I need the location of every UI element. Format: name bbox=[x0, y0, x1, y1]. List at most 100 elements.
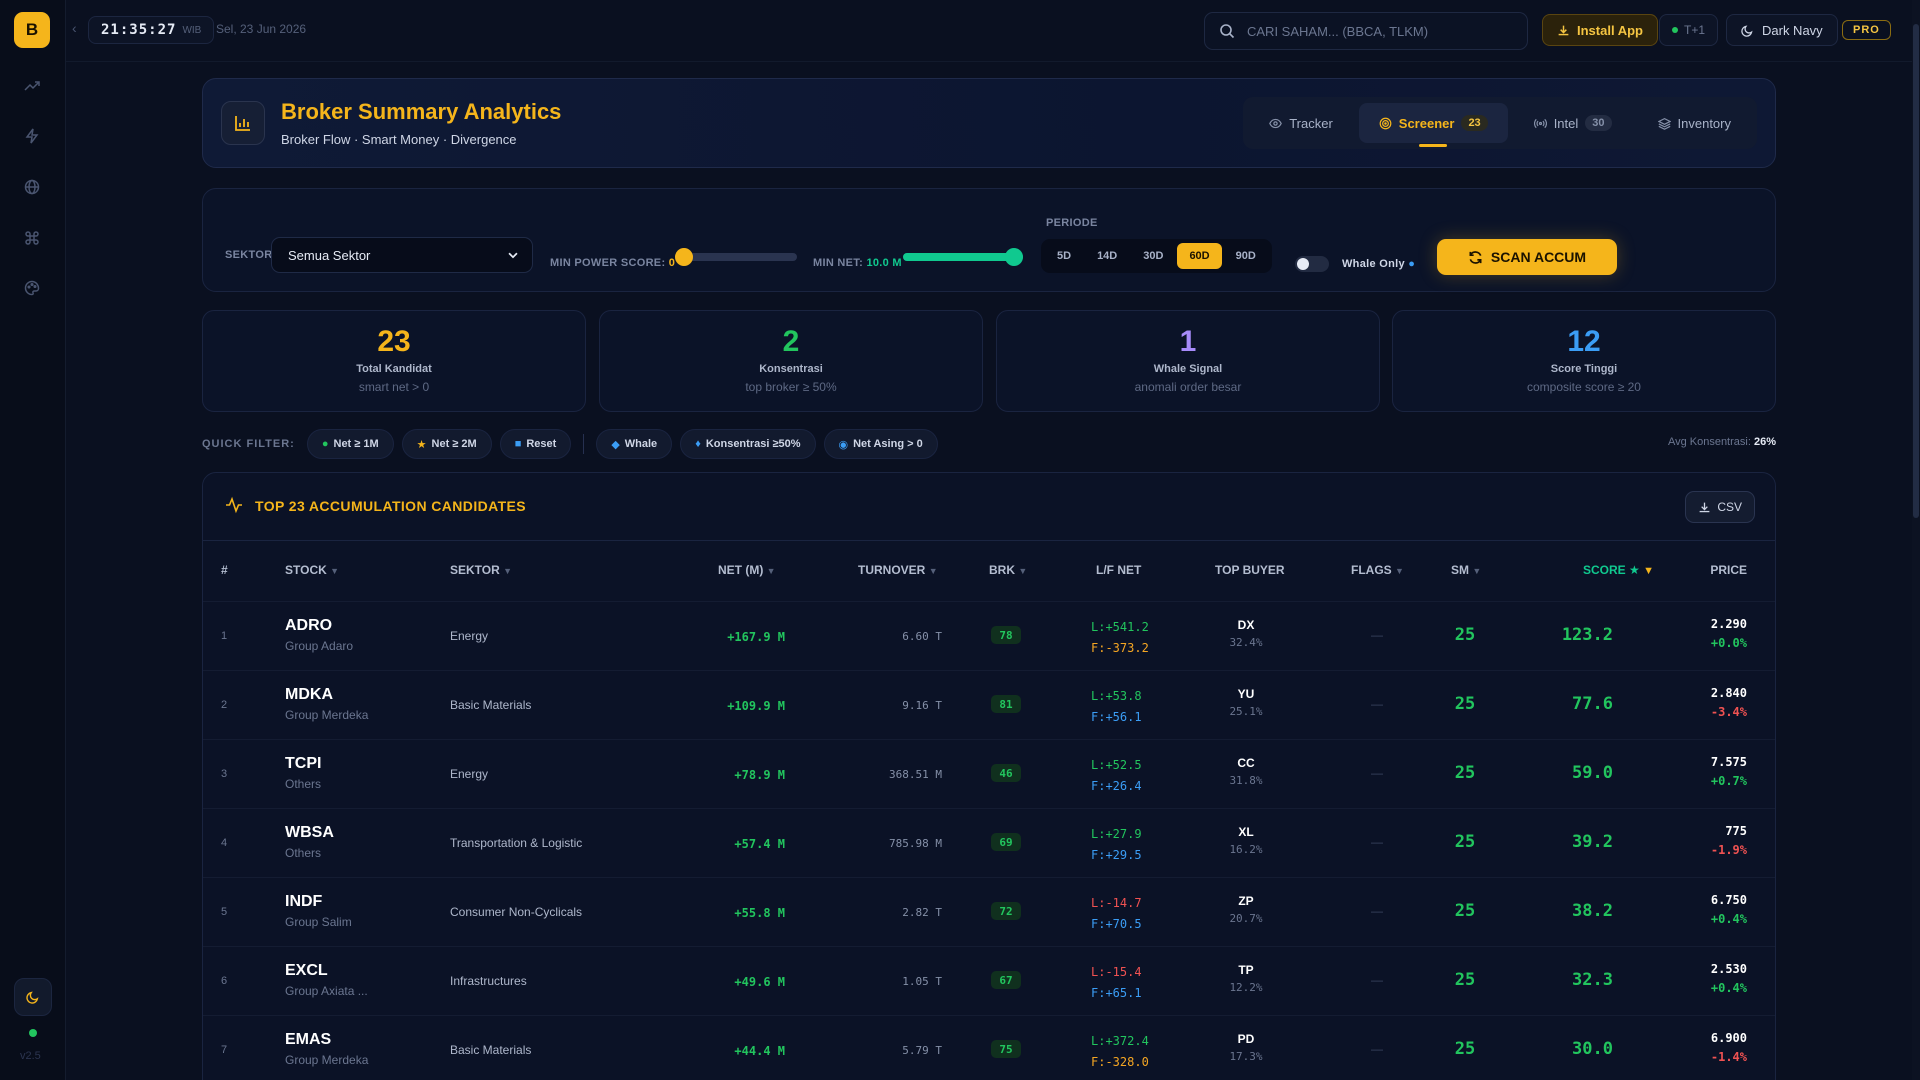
stat-value: 2 bbox=[782, 325, 800, 358]
app-logo[interactable]: B bbox=[14, 12, 50, 48]
price-value: 2.530 bbox=[1710, 962, 1747, 976]
price-change: +0.4% bbox=[1710, 981, 1747, 995]
period-option-90d[interactable]: 90D bbox=[1224, 243, 1268, 269]
stock-group: Group Merdeka bbox=[285, 1053, 369, 1067]
period-option-5d[interactable]: 5D bbox=[1045, 243, 1083, 269]
scrollbar-thumb[interactable] bbox=[1913, 24, 1919, 518]
install-app-button[interactable]: Install App bbox=[1542, 14, 1658, 46]
tab-count-badge: 23 bbox=[1461, 115, 1488, 131]
tab-screener[interactable]: Screener 23 bbox=[1358, 103, 1508, 147]
lightning-icon[interactable] bbox=[20, 124, 44, 148]
stock-code[interactable]: TCPI bbox=[285, 755, 321, 773]
stock-code[interactable]: WBSA bbox=[285, 824, 334, 842]
min-net-slider-handle[interactable] bbox=[1005, 248, 1023, 266]
column-header-stock[interactable]: STOCK ▼ bbox=[285, 563, 339, 577]
sort-icon: ▼ bbox=[1018, 566, 1028, 576]
min-net-slider[interactable] bbox=[903, 248, 1023, 266]
stock-code[interactable]: INDF bbox=[285, 893, 322, 911]
chip-reset[interactable]: ■ Reset bbox=[499, 429, 572, 459]
connection-status-dot bbox=[29, 1029, 37, 1037]
chevron-left-icon[interactable]: ‹ bbox=[72, 20, 77, 36]
net-value: +57.4 M bbox=[734, 837, 785, 851]
price-value: 6.900 bbox=[1710, 1031, 1747, 1045]
flags: — bbox=[1371, 904, 1383, 918]
stock-code[interactable]: EMAS bbox=[285, 1031, 331, 1049]
local-net: L:+53.8 bbox=[1091, 689, 1142, 703]
top-buyer: ZP 20.7% bbox=[1203, 894, 1289, 925]
table-row[interactable]: 7 EMAS Group Merdeka Basic Materials +44.4 M… bbox=[203, 1015, 1775, 1080]
export-csv-button[interactable]: CSV bbox=[1685, 491, 1755, 523]
stock-code[interactable]: ADRO bbox=[285, 617, 332, 635]
sector-select[interactable]: Semua Sektor bbox=[271, 237, 533, 273]
stat-title: Score Tinggi bbox=[1550, 363, 1618, 375]
price-value: 6.750 bbox=[1710, 893, 1747, 907]
chip-net-1m[interactable]: ● Net ≥ 1M bbox=[306, 429, 394, 459]
tab-inventory[interactable]: Inventory bbox=[1638, 103, 1751, 143]
column-header-flags[interactable]: FLAGS ▼ bbox=[1351, 563, 1404, 577]
stock-group: Others bbox=[285, 846, 322, 860]
composite-score: 39.2 bbox=[1572, 832, 1613, 852]
tab-intel[interactable]: Intel 30 bbox=[1514, 103, 1632, 143]
sm-score: 25 bbox=[1454, 832, 1476, 852]
table-row[interactable]: 1 ADRO Group Adaro Energy +167.9 M 6.60 T 78 L:… bbox=[203, 601, 1775, 670]
globe-icon[interactable] bbox=[20, 175, 44, 199]
whale-icon: ● bbox=[1408, 258, 1416, 270]
period-option-30d[interactable]: 30D bbox=[1131, 243, 1175, 269]
broker-count-badge: 78 bbox=[991, 626, 1021, 644]
period-label: PERIODE bbox=[1046, 217, 1098, 229]
palette-icon[interactable] bbox=[20, 276, 44, 300]
chevron-down-icon bbox=[508, 252, 518, 259]
theme-select-button[interactable]: Dark Navy bbox=[1726, 14, 1838, 46]
sidebar: B v2.5 bbox=[0, 0, 66, 1080]
top-buyer: TP 12.2% bbox=[1203, 963, 1289, 994]
stock-code[interactable]: MDKA bbox=[285, 686, 333, 704]
table-row[interactable]: 4 WBSA Others Transportation & Logistic +57.… bbox=[203, 808, 1775, 877]
scan-accum-button[interactable]: SCAN ACCUM bbox=[1437, 239, 1617, 275]
column-header-brk[interactable]: BRK ▼ bbox=[989, 563, 1027, 577]
local-net: L:+52.5 bbox=[1091, 758, 1142, 772]
settlement-label: T+1 bbox=[1684, 23, 1706, 37]
moon-icon bbox=[26, 991, 39, 1004]
chip-net-2m[interactable]: ★ Net ≥ 2M bbox=[401, 429, 492, 459]
net-value: +109.9 M bbox=[727, 699, 785, 713]
column-header-net[interactable]: NET (M) ▼ bbox=[718, 563, 776, 577]
theme-toggle-button[interactable] bbox=[14, 978, 52, 1016]
table-row[interactable]: 3 TCPI Others Energy +78.9 M 368.51 M 46 L:+52.… bbox=[203, 739, 1775, 808]
stat-value: 1 bbox=[1179, 325, 1197, 358]
top-buyer-code: YU bbox=[1237, 687, 1255, 701]
lf-net: L:+541.2 F:-373.2 bbox=[1091, 617, 1149, 659]
min-power-slider[interactable] bbox=[675, 248, 797, 266]
column-header-sm[interactable]: SM ▼ bbox=[1451, 563, 1481, 577]
column-header-score[interactable]: SCORE ★ ▼ bbox=[1583, 563, 1654, 577]
min-power-slider-handle[interactable] bbox=[675, 248, 693, 266]
net-value: +167.9 M bbox=[727, 630, 785, 644]
period-option-14d[interactable]: 14D bbox=[1085, 243, 1129, 269]
sector-select-value: Semua Sektor bbox=[288, 247, 371, 263]
quick-filter-label: QUICK FILTER: bbox=[202, 438, 295, 450]
top-buyer: DX 32.4% bbox=[1203, 618, 1289, 649]
table-row[interactable]: 2 MDKA Group Merdeka Basic Materials +109.9 … bbox=[203, 670, 1775, 739]
turnover-value: 5.79 T bbox=[902, 1044, 942, 1057]
column-header-sektor[interactable]: SEKTOR ▼ bbox=[450, 563, 512, 577]
table-row[interactable]: 5 INDF Group Salim Consumer Non-Cyclicals +5… bbox=[203, 877, 1775, 946]
tab-tracker[interactable]: Tracker bbox=[1249, 103, 1353, 143]
chip-konsentrasi[interactable]: ♦ Konsentrasi ≥50% bbox=[680, 429, 816, 459]
command-icon[interactable] bbox=[20, 226, 44, 250]
chip-net-asing[interactable]: ◉ Net Asing > 0 bbox=[823, 429, 938, 459]
whale-only-toggle[interactable] bbox=[1295, 256, 1329, 272]
download-icon bbox=[1699, 502, 1710, 512]
stock-search[interactable] bbox=[1204, 12, 1528, 50]
trending-up-icon[interactable] bbox=[20, 74, 44, 98]
period-option-60d[interactable]: 60D bbox=[1177, 243, 1222, 269]
stat-value: 23 bbox=[377, 325, 411, 358]
avg-konsentrasi-value: 26% bbox=[1753, 436, 1776, 448]
stock-code[interactable]: EXCL bbox=[285, 962, 328, 980]
chip-whale[interactable]: ◆ Whale bbox=[596, 429, 673, 459]
stat-value: 12 bbox=[1567, 325, 1601, 358]
column-header-turnover[interactable]: TURNOVER ▼ bbox=[858, 563, 938, 577]
composite-score: 59.0 bbox=[1572, 763, 1613, 783]
table-row[interactable]: 6 EXCL Group Axiata ... Infrastructures +49.… bbox=[203, 946, 1775, 1015]
version-label: v2.5 bbox=[20, 1050, 41, 1062]
search-input[interactable] bbox=[1247, 23, 1507, 39]
price: 2.530 +0.4% bbox=[1711, 962, 1747, 995]
